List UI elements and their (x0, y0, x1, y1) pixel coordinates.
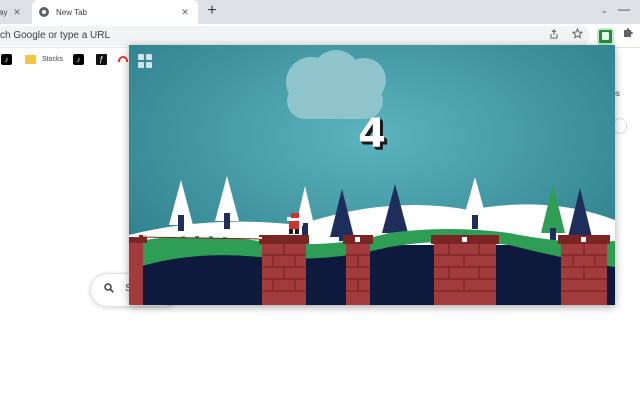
minimize-button[interactable]: — (618, 2, 630, 16)
bookmark-rainbow[interactable] (118, 53, 128, 65)
tab-title: New Tab (56, 7, 87, 17)
bookmark-tiktok-2[interactable]: ♪ (73, 53, 84, 65)
tab-strip: ay ✕ New Tab ✕ + ⌄ — (0, 0, 640, 24)
bookmark-stocks[interactable]: Stocks (25, 53, 63, 65)
rainbow-icon (118, 56, 128, 62)
address-bar[interactable]: ch Google or type a URL (0, 26, 590, 46)
tab-previous[interactable]: ay ✕ (0, 0, 28, 24)
dark-app-icon: ƒ (96, 53, 107, 65)
share-icon[interactable] (549, 29, 559, 42)
tiktok-icon: ♪ (1, 53, 12, 65)
game-canvas[interactable] (129, 45, 615, 305)
bookmark-app[interactable]: ƒ (96, 53, 107, 65)
ntp-shortcut-circle[interactable] (613, 118, 627, 134)
address-bar-placeholder: ch Google or type a URL (0, 30, 111, 41)
extension-game-icon[interactable] (597, 28, 614, 45)
extensions-puzzle-icon[interactable] (622, 27, 634, 42)
bookmark-star-icon[interactable] (571, 27, 584, 42)
tab-search-icon[interactable]: ⌄ (600, 5, 608, 16)
game-popup[interactable]: 4 (129, 45, 615, 305)
bookmark-label: Stocks (42, 55, 64, 63)
tab-new-tab[interactable]: New Tab ✕ (32, 0, 198, 24)
score-counter: 4 (358, 111, 386, 157)
cloud (286, 50, 386, 119)
close-icon[interactable]: ✕ (178, 5, 192, 19)
new-tab-button[interactable]: + (203, 3, 221, 21)
tiktok-icon: ♪ (73, 53, 84, 65)
bookmark-tiktok[interactable]: ♪ (1, 53, 12, 65)
search-icon (104, 283, 114, 293)
folder-icon (25, 54, 36, 64)
menu-grid-icon[interactable] (138, 54, 152, 68)
close-icon[interactable]: ✕ (10, 5, 24, 19)
chrome-icon (39, 7, 49, 17)
